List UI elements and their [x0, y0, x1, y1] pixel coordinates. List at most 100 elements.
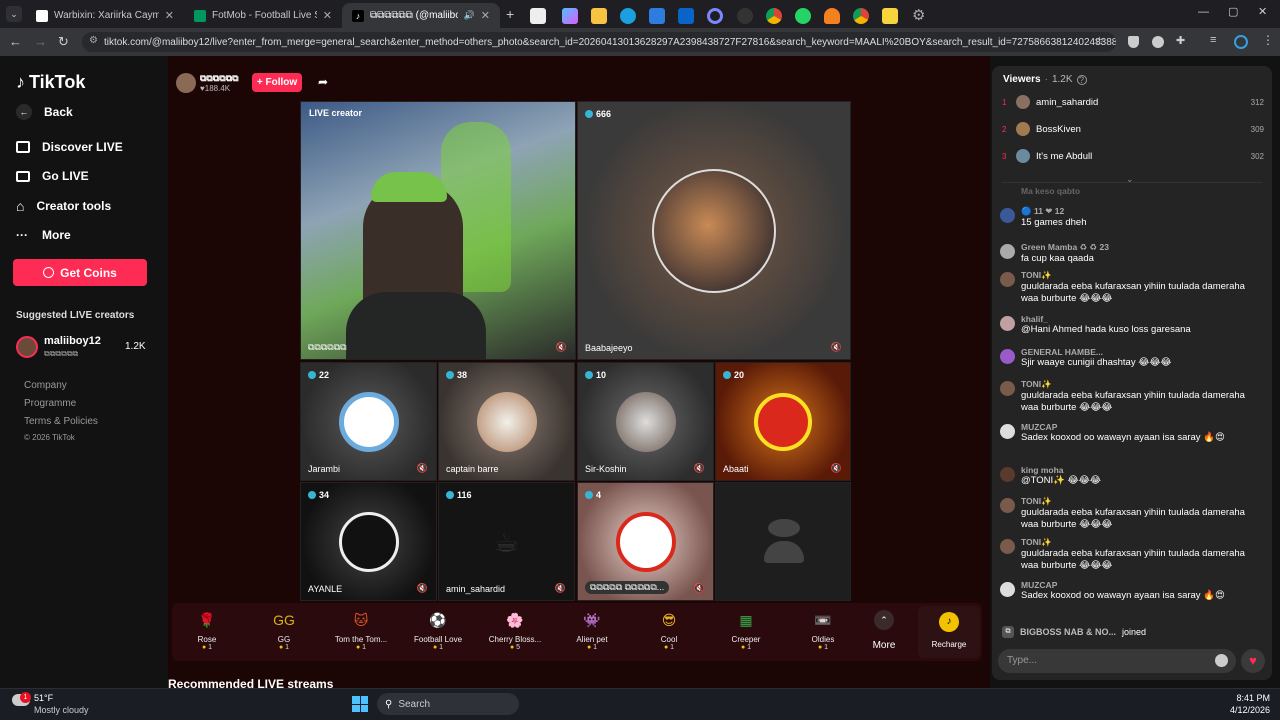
- avatar[interactable]: [1000, 349, 1015, 364]
- taskbar-search[interactable]: ⚲ Search: [377, 693, 519, 715]
- sticky-notes-icon[interactable]: [882, 8, 898, 24]
- browser-tab-1[interactable]: Warbixin: Xariirka Caymiska ee ✕: [26, 3, 184, 28]
- chrome-icon[interactable]: [766, 8, 782, 24]
- chat-username[interactable]: Green Mamba ♻ ♻ 23: [1021, 242, 1109, 253]
- viewer-row[interactable]: 2 BossKiven 309: [1002, 122, 1264, 136]
- url-field[interactable]: ⚙ tiktok.com/@maliiboy12/live?enter_from…: [82, 32, 1116, 52]
- browser-menu-icon[interactable]: ⋮: [1262, 33, 1274, 47]
- chat-username[interactable]: TONI✨: [1021, 496, 1260, 507]
- close-tab-icon[interactable]: ✕: [323, 9, 332, 22]
- profile-avatar-icon[interactable]: [1234, 35, 1248, 49]
- avatar[interactable]: [1000, 424, 1015, 439]
- shield-extension-icon[interactable]: [1128, 36, 1139, 48]
- sidebar-item-discover-live[interactable]: Discover LIVE: [16, 140, 123, 154]
- weather-widget[interactable]: 1 51°F Mostly cloudy: [12, 692, 102, 718]
- cortana-ring-icon[interactable]: [707, 8, 723, 24]
- chat-input-field[interactable]: Type...: [998, 649, 1236, 673]
- footer-terms[interactable]: Terms & Policies: [24, 416, 98, 427]
- guest-tile[interactable]: 34 AYANLE 🔇: [300, 482, 437, 601]
- get-coins-button[interactable]: Get Coins: [13, 259, 147, 286]
- guest-tile[interactable]: 38 captain barre: [438, 362, 575, 481]
- chat-username[interactable]: TONI✨: [1021, 537, 1260, 548]
- avatar[interactable]: [1000, 467, 1015, 482]
- close-window-icon[interactable]: ✕: [1258, 5, 1267, 18]
- chat-username[interactable]: 🔵 11 ❤ 12: [1021, 206, 1087, 217]
- footer-programme[interactable]: Programme: [24, 398, 76, 409]
- browser-tab-2[interactable]: FotMob - Football Live Scores ✕: [184, 3, 342, 28]
- sidebar-item-more[interactable]: ··· More: [16, 228, 71, 242]
- browser-tab-3[interactable]: ♪ ⧉⧉⧉⧉⧉⧉ (@maliiboy1 🔊 ✕: [342, 3, 500, 28]
- viewer-row[interactable]: 1 amin_sahardid 312: [1002, 95, 1264, 109]
- close-tab-icon[interactable]: ✕: [165, 9, 174, 22]
- close-tab-icon[interactable]: ✕: [481, 9, 490, 22]
- gift-item[interactable]: ▦ Creeper ● 1: [711, 608, 781, 651]
- windows-start-icon[interactable]: [352, 696, 368, 712]
- gift-item[interactable]: GG GG ● 1: [249, 608, 319, 651]
- avatar[interactable]: [1000, 498, 1015, 513]
- suggested-creator-item[interactable]: maliiboy12 ⧉⧉⧉⧉⧉⧉ 1.2K: [16, 334, 146, 362]
- guest-tile[interactable]: 22 Jarambi 🔇: [300, 362, 437, 481]
- recharge-button[interactable]: ♪ Recharge: [918, 606, 980, 658]
- avatar[interactable]: [1000, 381, 1015, 396]
- avatar[interactable]: [1000, 539, 1015, 554]
- forward-arrow-icon[interactable]: →: [34, 34, 47, 49]
- gift-item[interactable]: 📼 Oldies ● 1: [788, 608, 858, 651]
- chat-username[interactable]: MUZCAP: [1021, 580, 1225, 590]
- emoji-icon[interactable]: [1215, 654, 1228, 667]
- gift-item[interactable]: 😎 Cool ● 1: [634, 608, 704, 651]
- gift-item[interactable]: 🌸 Cherry Bloss... ● 5: [480, 608, 550, 651]
- avatar[interactable]: [176, 73, 196, 93]
- app-dark-icon[interactable]: [737, 8, 753, 24]
- follow-button[interactable]: + Follow: [252, 73, 302, 92]
- store-icon[interactable]: [649, 8, 665, 24]
- guest-tile[interactable]: 4 ⧉⧉⧉⧉⧉ ⧉⧉⧉⧉⧉... 🔇: [577, 482, 714, 601]
- gift-item[interactable]: ⚽ Football Love ● 1: [403, 608, 473, 651]
- whatsapp-icon[interactable]: [795, 8, 811, 24]
- globe-extension-icon[interactable]: [1152, 36, 1164, 48]
- chat-username[interactable]: MUZCAP: [1021, 422, 1225, 432]
- gift-item[interactable]: 🌹 Rose ● 1: [172, 608, 242, 651]
- host-name[interactable]: ⧉⧉⧉⧉⧉⧉: [200, 73, 239, 84]
- expand-viewers-chevron-icon[interactable]: ⌄: [1126, 174, 1134, 185]
- bookmark-star-icon[interactable]: ☆: [1094, 34, 1105, 48]
- viewer-row[interactable]: 3 It's me Abdull 302: [1002, 149, 1264, 163]
- more-gifts-button[interactable]: ⌃ More: [864, 610, 904, 651]
- cloud-app-icon[interactable]: [824, 8, 840, 24]
- chat-username[interactable]: khalif_: [1021, 314, 1191, 324]
- edge-icon[interactable]: [620, 8, 636, 24]
- reload-icon[interactable]: ↻: [58, 34, 69, 50]
- sidebar-item-go-live[interactable]: Go LIVE: [16, 169, 89, 183]
- avatar[interactable]: [1000, 272, 1015, 287]
- avatar[interactable]: [1000, 316, 1015, 331]
- guest-tile-main[interactable]: 666 Baabajeeyo 🔇: [577, 101, 851, 360]
- outlook-icon[interactable]: [678, 8, 694, 24]
- minimize-icon[interactable]: —: [1198, 6, 1209, 18]
- guest-tile[interactable]: 10 Sir-Koshin 🔇: [577, 362, 714, 481]
- back-arrow-icon[interactable]: ←: [9, 34, 22, 49]
- gift-item[interactable]: 👾 Alien pet ● 1: [557, 608, 627, 651]
- sidebar-item-creator-tools[interactable]: ⌂ Creator tools: [16, 198, 111, 214]
- copilot-icon[interactable]: [562, 8, 578, 24]
- guest-tile[interactable]: 116 ☕ amin_sahardid 🔇: [438, 482, 575, 601]
- empty-seat-tile[interactable]: [715, 482, 851, 601]
- clock[interactable]: 8:41 PM 4/12/2026: [1210, 693, 1270, 715]
- chrome-profile-icon[interactable]: [853, 8, 869, 24]
- audio-playing-icon[interactable]: 🔊: [464, 10, 475, 21]
- gift-item[interactable]: 🐱 Tom the Tom... ● 1: [326, 608, 396, 651]
- file-explorer-icon[interactable]: [591, 8, 607, 24]
- media-queue-icon[interactable]: ≡: [1210, 34, 1216, 46]
- tab-list-button[interactable]: ⌄: [6, 6, 22, 22]
- avatar[interactable]: [1000, 208, 1015, 223]
- info-icon[interactable]: ?: [1076, 74, 1087, 85]
- guest-tile[interactable]: 20 Abaati 🔇: [715, 362, 851, 481]
- avatar[interactable]: [1000, 582, 1015, 597]
- chat-username[interactable]: TONI✨: [1021, 379, 1260, 390]
- extensions-puzzle-icon[interactable]: ✚: [1176, 34, 1185, 47]
- tiktok-logo[interactable]: ♪ TikTok: [16, 72, 85, 93]
- back-link[interactable]: ← Back: [16, 104, 73, 120]
- settings-gear-icon[interactable]: ⚙: [912, 8, 928, 24]
- footer-company[interactable]: Company: [24, 380, 67, 391]
- chat-username[interactable]: TONI✨: [1021, 270, 1260, 281]
- avatar[interactable]: [1000, 244, 1015, 259]
- task-view-icon[interactable]: [530, 8, 546, 24]
